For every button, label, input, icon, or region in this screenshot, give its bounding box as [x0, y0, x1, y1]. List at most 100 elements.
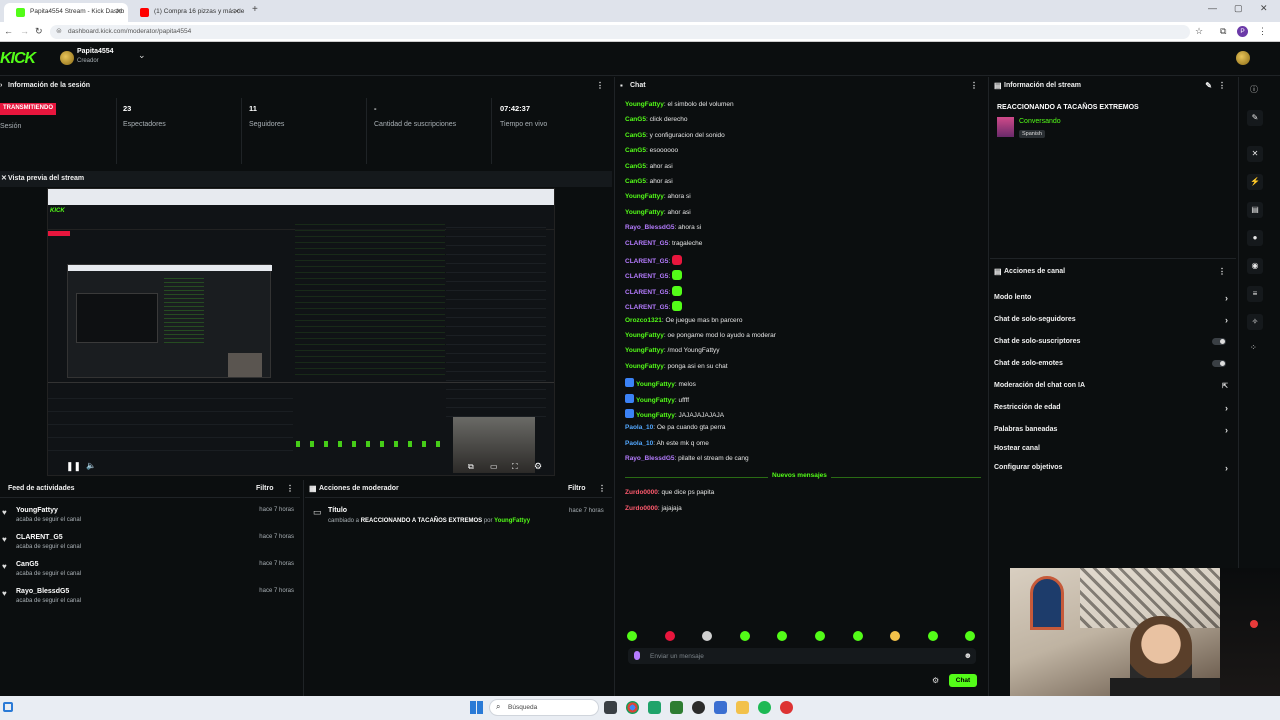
- subscribers-only-toggle[interactable]: [1212, 338, 1226, 345]
- site-info-icon[interactable]: ⊜: [56, 27, 62, 35]
- fullscreen-icon[interactable]: ⛶: [512, 462, 518, 472]
- activity-item[interactable]: ♥ CanG5 acaba de seguir el canal hace 7 …: [0, 561, 300, 587]
- obs-icon[interactable]: [692, 701, 705, 714]
- task-view-icon[interactable]: [604, 701, 617, 714]
- close-tab-icon[interactable]: ✕: [233, 7, 240, 16]
- chat-message[interactable]: CLARENT_G5: tragaleche: [625, 240, 702, 247]
- user-avatar[interactable]: [60, 51, 74, 65]
- new-messages-divider[interactable]: Nuevos mensajes: [768, 472, 831, 479]
- account-avatar[interactable]: [1236, 51, 1250, 65]
- browser-tab-youtube[interactable]: (1) Compra 16 pizzas y más de ✕: [128, 3, 246, 22]
- rail-stack-icon[interactable]: ≡: [1247, 286, 1263, 302]
- emote-picker-icon[interactable]: [702, 631, 713, 641]
- chat-message[interactable]: Paola_10: Oe pa cuando gta perra: [625, 424, 725, 431]
- chat-message[interactable]: YoungFattyy: oe pongame mod lo ayudo a m…: [625, 332, 776, 339]
- chat-username[interactable]: Paola_10: [625, 440, 653, 447]
- chat-username[interactable]: CanG5: [625, 178, 646, 185]
- more-options-icon[interactable]: ⋮: [970, 81, 978, 90]
- emote-picker-icon[interactable]: [627, 631, 637, 641]
- emote-picker-icon[interactable]: [965, 631, 976, 641]
- chat-username[interactable]: Rayo_BlessdG5: [625, 455, 675, 462]
- channel-action-age-restriction[interactable]: Restricción de edad ›: [994, 403, 1232, 420]
- new-tab-button[interactable]: +: [252, 4, 258, 15]
- more-options-icon[interactable]: ⋮: [596, 81, 604, 90]
- chat-username[interactable]: YoungFattyy: [636, 397, 675, 404]
- chat-message[interactable]: CLARENT_G5:: [625, 255, 682, 265]
- emote-picker-icon[interactable]: [852, 631, 863, 641]
- emote-picker-icon[interactable]: [815, 631, 825, 641]
- settings-gear-icon[interactable]: ⚙: [534, 461, 542, 472]
- emote-picker-icon[interactable]: [927, 631, 938, 641]
- chat-username[interactable]: CanG5: [625, 147, 646, 154]
- rail-document-icon[interactable]: ▤: [1247, 202, 1263, 218]
- emotes-only-toggle[interactable]: [1212, 360, 1226, 367]
- chat-username[interactable]: CLARENT_G5: [625, 258, 668, 265]
- chat-username[interactable]: Paola_10: [625, 424, 653, 431]
- rail-close-icon[interactable]: ✕: [1247, 146, 1263, 162]
- chat-settings-gear-icon[interactable]: ⚙: [932, 676, 939, 685]
- mod-action-user[interactable]: YoungFattyy: [494, 518, 530, 524]
- rail-lightning-icon[interactable]: ⚡: [1247, 174, 1263, 190]
- stream-preview-video[interactable]: KICK ❚❚ 🔈 ⧉ ▭ ⛶ ⚙: [47, 188, 555, 476]
- rail-chat-icon[interactable]: ●: [1247, 230, 1263, 246]
- maximize-window-button[interactable]: ▢: [1234, 3, 1243, 14]
- chat-username[interactable]: Orozco1321: [625, 317, 662, 324]
- url-field[interactable]: ⊜ dashboard.kick.com/moderator/papita455…: [50, 25, 1190, 39]
- chat-username[interactable]: Rayo_BlessdG5: [625, 224, 675, 231]
- start-windows-icon[interactable]: [470, 701, 483, 714]
- channel-action-ai-moderation[interactable]: Moderación del chat con IA ⇱: [994, 382, 1232, 398]
- more-options-icon[interactable]: ⋮: [1218, 267, 1226, 276]
- browser-tab-kick[interactable]: Papita4554 Stream - Kick Dashb ✕: [4, 3, 128, 22]
- chat-username[interactable]: YoungFattyy: [625, 363, 664, 370]
- chat-message[interactable]: Rayo_BlessdG5: pilalte el stream de cang: [625, 455, 749, 462]
- mic-icon[interactable]: [634, 651, 640, 660]
- taskbar-search[interactable]: ⌕ Búsqueda: [489, 699, 599, 716]
- more-options-icon[interactable]: ⋮: [598, 484, 606, 493]
- back-icon[interactable]: ←: [4, 26, 13, 36]
- pause-icon[interactable]: ❚❚: [66, 461, 81, 472]
- chat-message[interactable]: CanG5: ahor asi: [625, 163, 673, 170]
- stream-category[interactable]: Conversando: [1019, 118, 1061, 125]
- chat-username[interactable]: Zurdo0000: [625, 489, 658, 496]
- chat-username[interactable]: YoungFattyy: [636, 412, 675, 419]
- more-options-icon[interactable]: ⋮: [286, 484, 294, 493]
- chat-username[interactable]: YoungFattyy: [625, 209, 664, 216]
- chat-message[interactable]: YoungFattyy: melos: [625, 378, 696, 388]
- chat-message[interactable]: CanG5: ahor asi: [625, 178, 673, 185]
- chat-message[interactable]: CLARENT_G5:: [625, 285, 682, 296]
- chat-message[interactable]: YoungFattyy: ahora si: [625, 193, 691, 200]
- send-chat-button[interactable]: Chat: [949, 674, 977, 687]
- rail-info-icon[interactable]: ⓘ: [1250, 84, 1258, 95]
- emote-picker-icon[interactable]: [890, 631, 901, 641]
- app-icon-green[interactable]: [648, 701, 661, 714]
- theater-icon[interactable]: ▭: [490, 462, 498, 471]
- app-icon-red[interactable]: [780, 701, 793, 714]
- chat-username[interactable]: CLARENT_G5: [625, 273, 668, 280]
- chat-message[interactable]: Paola_10: Ah este mk q ome: [625, 440, 709, 447]
- channel-action-goals[interactable]: Configurar objetivos ›: [994, 463, 1232, 480]
- forward-icon[interactable]: →: [20, 26, 29, 36]
- extensions-icon[interactable]: ⧉: [1220, 26, 1226, 37]
- pip-icon[interactable]: ⧉: [468, 462, 474, 472]
- close-tab-icon[interactable]: ✕: [115, 7, 122, 16]
- chat-username[interactable]: CanG5: [625, 132, 646, 139]
- file-explorer-icon[interactable]: [736, 701, 749, 714]
- chat-message[interactable]: Rayo_BlessdG5: ahora si: [625, 224, 701, 231]
- chat-message[interactable]: YoungFattyy: uffff: [625, 393, 689, 404]
- channel-action-followers-only[interactable]: Chat de solo-seguidores ›: [994, 315, 1232, 332]
- activity-item[interactable]: ♥ CLARENT_G5 acaba de seguir el canal ha…: [0, 534, 300, 560]
- chat-message[interactable]: CLARENT_G5:: [625, 270, 682, 281]
- chat-message[interactable]: YoungFattyy: el simbolo del volumen: [625, 101, 734, 108]
- widgets-icon[interactable]: [3, 702, 13, 712]
- channel-action-emotes-only[interactable]: Chat de solo-emotes: [994, 360, 1232, 376]
- chat-username[interactable]: YoungFattyy: [636, 381, 675, 388]
- emote-picker-icon[interactable]: [777, 631, 788, 641]
- chat-input[interactable]: Enviar un mensaje ☻: [628, 648, 976, 664]
- emoji-icon[interactable]: ☻: [964, 651, 972, 660]
- rail-broadcast-icon[interactable]: ◉: [1247, 258, 1263, 274]
- chat-username[interactable]: CanG5: [625, 163, 646, 170]
- rail-wrench-icon[interactable]: ✧: [1247, 314, 1263, 330]
- profile-avatar[interactable]: P: [1237, 26, 1248, 37]
- minecraft-icon[interactable]: [670, 701, 683, 714]
- close-window-button[interactable]: ✕: [1260, 3, 1268, 14]
